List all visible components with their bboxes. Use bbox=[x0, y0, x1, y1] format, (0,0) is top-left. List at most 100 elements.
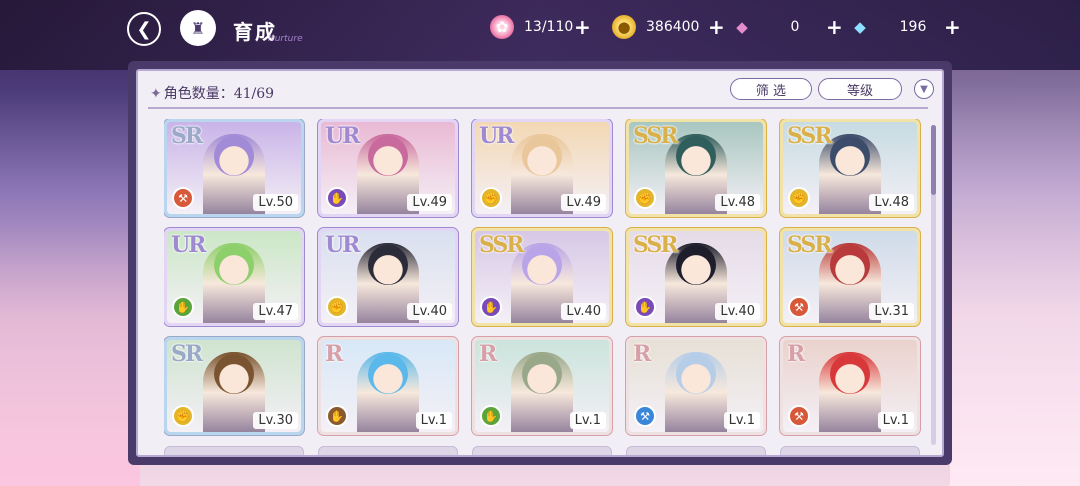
rarity-badge: SR bbox=[171, 123, 203, 149]
rarity-badge: UR bbox=[325, 232, 360, 258]
character-card[interactable]: SR ✊ Lv.30 bbox=[164, 337, 304, 435]
character-portrait: R ✋ Lv.1 bbox=[321, 340, 455, 432]
sort-toggle-button[interactable]: ▼ bbox=[914, 79, 934, 99]
back-arrow-icon: ❮ bbox=[136, 18, 152, 40]
character-card-partial[interactable] bbox=[318, 446, 458, 455]
blue-diamond-add-button[interactable]: + bbox=[944, 15, 961, 39]
character-portrait: R ⚒ Lv.1 bbox=[783, 340, 917, 432]
character-portrait: UR ✋ Lv.47 bbox=[167, 231, 301, 323]
rarity-badge: R bbox=[633, 341, 651, 367]
character-card[interactable]: UR ✊ Lv.49 bbox=[472, 119, 612, 217]
character-card[interactable]: R ⚒ Lv.1 bbox=[626, 337, 766, 435]
character-card[interactable]: R ✋ Lv.1 bbox=[318, 337, 458, 435]
home-button[interactable]: ♜ bbox=[180, 10, 216, 46]
level-label: Lv.40 bbox=[407, 303, 452, 320]
character-card[interactable]: SSR ✊ Lv.48 bbox=[780, 119, 920, 217]
character-panel-inner: ✦ 角色数量：41/69 筛 选 等级 ▼ SR ⚒ Lv.50 UR ✋ Lv.49 UR ✊… bbox=[136, 69, 944, 457]
character-card[interactable]: SSR ✊ Lv.48 bbox=[626, 119, 766, 217]
character-card[interactable]: R ✋ Lv.1 bbox=[472, 337, 612, 435]
character-portrait: SSR ✋ Lv.40 bbox=[475, 231, 609, 323]
level-label: Lv.1 bbox=[415, 412, 452, 429]
character-card-partial[interactable] bbox=[472, 446, 612, 455]
character-face bbox=[522, 354, 562, 394]
character-card[interactable]: R ⚒ Lv.1 bbox=[780, 337, 920, 435]
character-face bbox=[830, 245, 870, 285]
rarity-badge: SR bbox=[171, 341, 203, 367]
character-panel: ✦ 角色数量：41/69 筛 选 等级 ▼ SR ⚒ Lv.50 UR ✋ Lv.49 UR ✊… bbox=[128, 61, 952, 465]
filter-button[interactable]: 筛 选 bbox=[730, 78, 812, 100]
scroll-thumb[interactable] bbox=[931, 125, 936, 195]
blue-diamond-icon: ◆ bbox=[854, 18, 866, 36]
blue-diamond-resource: ◆ 196 + bbox=[848, 14, 961, 40]
character-card-partial[interactable] bbox=[626, 446, 766, 455]
level-label: Lv.47 bbox=[253, 303, 298, 320]
pink-diamond-add-button[interactable]: + bbox=[826, 15, 843, 39]
character-face bbox=[368, 245, 408, 285]
coin-resource: ● 386400 + bbox=[612, 14, 725, 40]
element-red-icon: ⚒ bbox=[172, 187, 194, 209]
rarity-badge: SSR bbox=[633, 123, 679, 149]
character-face bbox=[214, 136, 254, 176]
character-card-partial[interactable] bbox=[164, 446, 304, 455]
character-face bbox=[676, 354, 716, 394]
level-label: Lv.49 bbox=[561, 194, 606, 211]
element-yellow-icon: ✊ bbox=[326, 296, 348, 318]
element-yellow-icon: ✊ bbox=[480, 187, 502, 209]
character-card[interactable]: SSR ⚒ Lv.31 bbox=[780, 228, 920, 326]
character-portrait: UR ✊ Lv.40 bbox=[321, 231, 455, 323]
element-brown-icon: ✋ bbox=[326, 405, 348, 427]
character-face bbox=[368, 354, 408, 394]
character-face bbox=[676, 136, 716, 176]
rarity-badge: UR bbox=[479, 123, 514, 149]
character-card[interactable]: SR ⚒ Lv.50 bbox=[164, 119, 304, 217]
pink-diamond-value: 0 bbox=[790, 19, 800, 35]
character-face bbox=[676, 245, 716, 285]
character-card[interactable]: UR ✋ Lv.47 bbox=[164, 228, 304, 326]
rarity-badge: UR bbox=[171, 232, 206, 258]
scrollbar[interactable] bbox=[931, 125, 936, 445]
candy-value: 13/110 bbox=[524, 19, 574, 35]
element-blue-icon: ⚒ bbox=[634, 405, 656, 427]
rarity-badge: SSR bbox=[633, 232, 679, 258]
coin-add-button[interactable]: + bbox=[708, 15, 725, 39]
level-label: Lv.40 bbox=[715, 303, 760, 320]
character-card-partial[interactable] bbox=[780, 446, 920, 455]
character-card[interactable]: UR ✋ Lv.49 bbox=[318, 119, 458, 217]
back-button[interactable]: ❮ bbox=[127, 12, 161, 46]
character-face bbox=[830, 354, 870, 394]
character-face bbox=[522, 245, 562, 285]
character-portrait: SSR ✊ Lv.48 bbox=[783, 122, 917, 214]
castle-icon: ♜ bbox=[190, 18, 206, 38]
right-background bbox=[950, 70, 1080, 486]
rarity-badge: UR bbox=[325, 123, 360, 149]
candy-icon: ✿ bbox=[490, 15, 514, 39]
element-yellow-icon: ✊ bbox=[172, 405, 194, 427]
character-card[interactable]: SSR ✋ Lv.40 bbox=[472, 228, 612, 326]
candy-add-button[interactable]: + bbox=[574, 15, 591, 39]
pink-diamond-resource: ◆ 0 + bbox=[730, 14, 843, 40]
character-portrait: R ⚒ Lv.1 bbox=[629, 340, 763, 432]
candy-resource: ✿ 13/110 + bbox=[490, 14, 591, 40]
level-label: Lv.1 bbox=[723, 412, 760, 429]
header-divider bbox=[148, 107, 928, 109]
level-label: Lv.48 bbox=[869, 194, 914, 211]
character-count-text: 角色数量：41/69 bbox=[163, 86, 275, 102]
coin-icon: ● bbox=[612, 15, 636, 39]
character-portrait: SSR ⚒ Lv.31 bbox=[783, 231, 917, 323]
chevron-down-icon: ▼ bbox=[920, 83, 928, 95]
character-card[interactable]: UR ✊ Lv.40 bbox=[318, 228, 458, 326]
character-card[interactable]: SSR ✋ Lv.40 bbox=[626, 228, 766, 326]
sparkle-icon: ✦ bbox=[150, 86, 162, 102]
character-face bbox=[522, 136, 562, 176]
castle-background bbox=[0, 226, 140, 486]
level-label: Lv.31 bbox=[869, 303, 914, 320]
character-portrait: UR ✊ Lv.49 bbox=[475, 122, 609, 214]
rarity-badge: SSR bbox=[787, 123, 833, 149]
top-bar: ❮ ♜ 育成 Nurture ✿ 13/110 + ● 386400 + ◆ 0… bbox=[0, 0, 1080, 56]
rarity-badge: R bbox=[325, 341, 343, 367]
element-yellow-icon: ✊ bbox=[634, 187, 656, 209]
sort-level-button[interactable]: 等级 bbox=[818, 78, 902, 100]
character-portrait: SSR ✋ Lv.40 bbox=[629, 231, 763, 323]
level-label: Lv.49 bbox=[407, 194, 452, 211]
page-subtitle: Nurture bbox=[268, 34, 303, 44]
